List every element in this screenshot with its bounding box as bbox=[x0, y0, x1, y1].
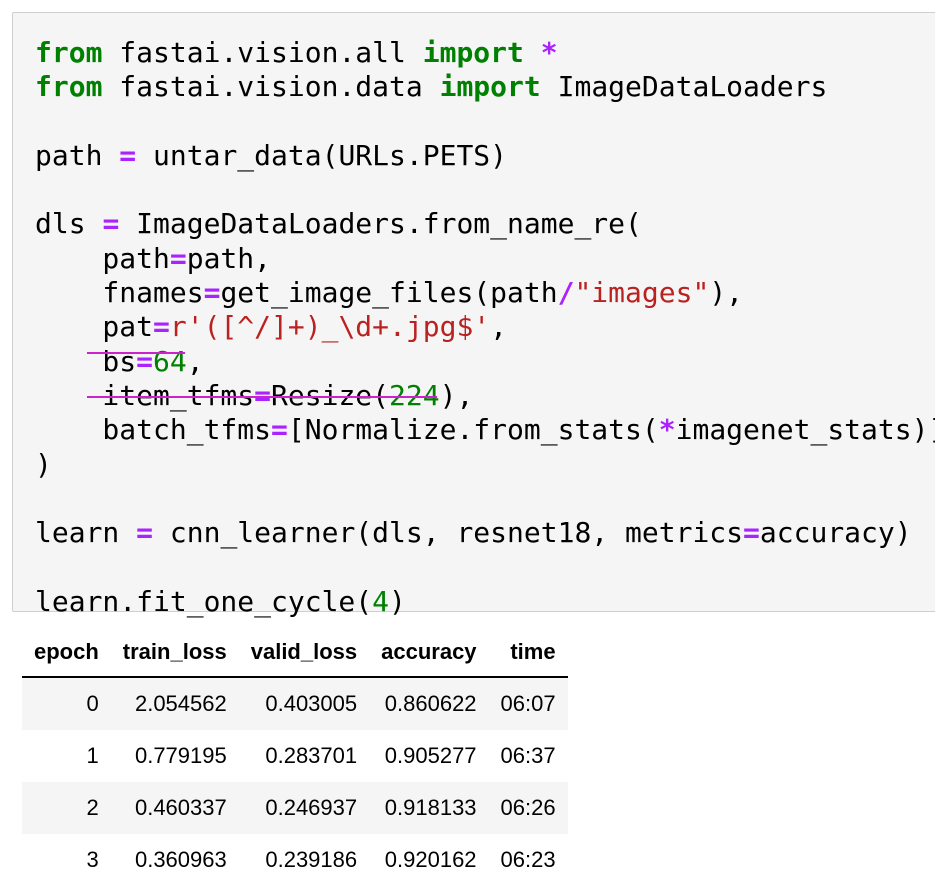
table-header-row: epoch train_loss valid_loss accuracy time bbox=[22, 627, 568, 678]
table-cell: 0 bbox=[22, 677, 111, 730]
code-token: * bbox=[658, 413, 676, 447]
code-token: = bbox=[169, 241, 187, 275]
table-cell: 0.360963 bbox=[134, 847, 227, 872]
table-cell: 06:07 bbox=[488, 677, 568, 730]
column-header-time: time bbox=[488, 627, 568, 678]
code-token: path, bbox=[186, 241, 272, 275]
code-token: , bbox=[490, 310, 508, 344]
bs-underline bbox=[87, 352, 185, 354]
table-cell: 0.239186 bbox=[265, 847, 358, 872]
table-cell: 0.283701 bbox=[265, 743, 358, 768]
code-token: = bbox=[119, 138, 137, 172]
table-cell: 2.054562 bbox=[110, 677, 239, 730]
code-line: learn.fit_one_cycle(4) bbox=[35, 585, 935, 619]
code-token: = bbox=[743, 516, 760, 550]
code-line: pat=r'([^/]+)_\d+.jpg$', bbox=[35, 310, 935, 344]
code-line: fnames=get_image_files(path/"images"), bbox=[35, 276, 935, 310]
table-cell: 0.403005 bbox=[238, 677, 370, 730]
table-cell: 06:37 bbox=[500, 743, 556, 768]
code-token: ), bbox=[439, 378, 474, 412]
code-token: pat bbox=[35, 310, 154, 344]
table-row: 1 0.779195 0.283701 0.905277 06:37 bbox=[22, 730, 568, 782]
code-token: "images" bbox=[574, 276, 710, 310]
table-cell: 0.920162 bbox=[384, 847, 477, 872]
code-token: accuracy) bbox=[759, 516, 912, 550]
table-row: 3 0.360963 0.239186 0.920162 06:23 bbox=[22, 834, 568, 886]
column-header-accuracy: accuracy bbox=[369, 627, 489, 678]
table-cell: 1 bbox=[86, 743, 99, 768]
code-token: path bbox=[35, 138, 120, 172]
code-token: ) bbox=[35, 447, 52, 481]
table-cell: 0.460337 bbox=[110, 782, 239, 834]
code-line: learn = cnn_learner(dls, resnet18, metri… bbox=[35, 516, 935, 550]
code-token: ) bbox=[389, 584, 406, 618]
table-cell: 06:23 bbox=[500, 847, 556, 872]
column-header-train-loss: train_loss bbox=[110, 627, 239, 678]
code-token: r'([^/]+)_\d+.jpg$' bbox=[169, 310, 491, 344]
table-cell: 0.860622 bbox=[369, 677, 489, 730]
code-token: 64 bbox=[153, 344, 187, 378]
table-row: 2 0.460337 0.246937 0.918133 06:26 bbox=[22, 782, 568, 834]
table-cell: 0.779195 bbox=[134, 743, 227, 768]
code-token: [Normalize.from_stats( bbox=[287, 413, 659, 447]
code-token: path bbox=[35, 241, 170, 275]
code-line: path=path, bbox=[35, 242, 935, 276]
code-line: path = untar_data(URLs.PETS) bbox=[35, 139, 935, 173]
code-token: = bbox=[203, 276, 221, 310]
code-line: bs=64, bbox=[35, 345, 935, 379]
table-cell: 2 bbox=[22, 782, 111, 834]
code-token: = bbox=[271, 413, 288, 447]
table-cell: 0.246937 bbox=[238, 782, 370, 834]
output-area: epoch train_loss valid_loss accuracy time 02… bbox=[22, 627, 568, 886]
code-token: import bbox=[422, 36, 524, 69]
code-cell[interactable]: from fastai.vision.all import * from fast… bbox=[12, 12, 935, 618]
code-token: import bbox=[439, 70, 541, 104]
code-token: = bbox=[102, 207, 120, 241]
code-token: ), bbox=[709, 276, 744, 310]
code-token: imagenet_stats)] bbox=[675, 413, 935, 447]
column-header-valid-loss: valid_loss bbox=[238, 627, 370, 678]
code-line: from fastai.vision.all import * bbox=[35, 36, 935, 70]
code-token: cnn_learner(dls, resnet18, metrics bbox=[153, 516, 744, 550]
code-token: = bbox=[136, 516, 154, 550]
item-tfms-underline bbox=[87, 396, 437, 398]
code-line: from fastai.vision.data import ImageData… bbox=[35, 70, 935, 104]
code-token: ImageDataLoaders bbox=[540, 70, 828, 104]
code-token: bs bbox=[35, 344, 137, 378]
table-cell: 06:26 bbox=[488, 782, 568, 834]
table-cell: 3 bbox=[86, 847, 99, 872]
code-editor[interactable]: from fastai.vision.all import * from fast… bbox=[35, 36, 935, 619]
code-token: get_image_files(path bbox=[220, 276, 558, 310]
code-token: fastai.vision.all bbox=[102, 36, 423, 69]
column-header-epoch: epoch bbox=[22, 627, 111, 678]
table-cell: 0.918133 bbox=[369, 782, 489, 834]
code-token: fastai.vision.data bbox=[102, 70, 440, 104]
code-token: batch_tfms bbox=[35, 413, 272, 447]
code-line: batch_tfms=[Normalize.from_stats(*imagen… bbox=[35, 413, 935, 447]
code-token: learn bbox=[35, 516, 137, 550]
code-line: dls = ImageDataLoaders.from_name_re( bbox=[35, 207, 935, 241]
code-token: from bbox=[35, 70, 103, 104]
code-token: fnames bbox=[35, 276, 204, 310]
code-token: = bbox=[153, 310, 170, 344]
code-token: 4 bbox=[372, 584, 390, 618]
code-line: ) bbox=[35, 448, 935, 482]
code-token: * bbox=[540, 36, 558, 69]
code-token: = bbox=[136, 344, 154, 378]
table-row: 0 2.054562 0.403005 0.860622 06:07 bbox=[22, 677, 568, 730]
training-results-table: epoch train_loss valid_loss accuracy time 02… bbox=[22, 627, 568, 886]
code-token: ImageDataLoaders.from_name_re( bbox=[119, 207, 642, 241]
table-cell: 0.905277 bbox=[384, 743, 477, 768]
code-token: dls bbox=[35, 207, 103, 241]
code-token: from bbox=[35, 36, 103, 69]
code-token: , bbox=[186, 344, 204, 378]
code-token: / bbox=[557, 276, 575, 310]
code-token: learn.fit_one_cycle( bbox=[35, 584, 373, 618]
code-token: untar_data(URLs.PETS) bbox=[136, 138, 508, 172]
